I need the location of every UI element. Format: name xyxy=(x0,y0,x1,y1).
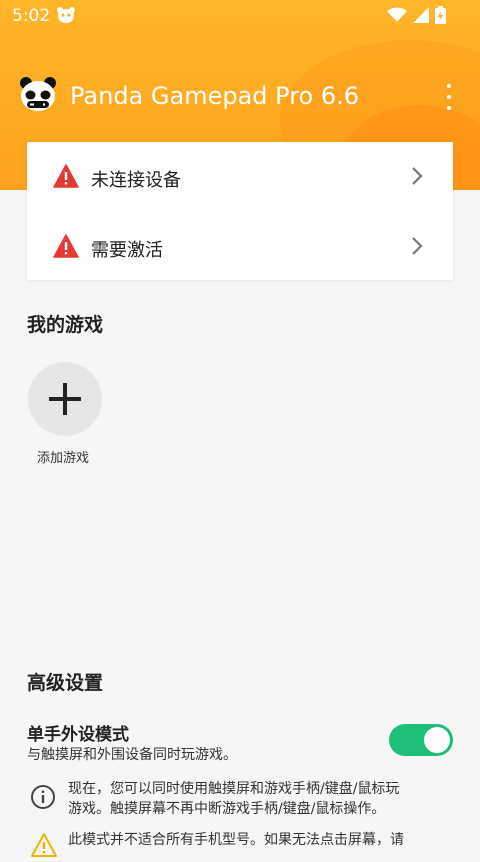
battery-charging-icon xyxy=(435,6,446,24)
add-game-button[interactable] xyxy=(28,362,102,436)
status-row-label: 需要激活 xyxy=(91,240,163,261)
warning-note-line: 此模式并不适合所有手机型号。如果无法点击屏幕，请 xyxy=(68,832,404,848)
chevron-right-icon xyxy=(411,166,423,190)
status-row-activation[interactable]: 需要激活 xyxy=(27,212,453,280)
add-game-label: 添加游戏 xyxy=(37,451,90,466)
warning-icon xyxy=(53,234,79,262)
status-time: 5:02 xyxy=(12,6,51,26)
info-note: 现在，您可以同时使用触摸屏和游戏手柄/键盘/鼠标玩 游戏。触摸屏幕不再中断游戏手… xyxy=(68,779,458,819)
panda-logo-icon xyxy=(18,74,58,114)
info-note-line: 现在，您可以同时使用触摸屏和游戏手柄/键盘/鼠标玩 xyxy=(68,781,400,797)
info-note-line: 游戏。触摸屏幕不再中断游戏手柄/键盘/鼠标操作。 xyxy=(68,801,386,817)
one-hand-mode-title: 单手外设模式 xyxy=(27,725,129,745)
plus-icon xyxy=(49,383,81,415)
warning-icon xyxy=(53,164,79,192)
info-icon xyxy=(30,784,56,814)
one-hand-mode-description: 与触摸屏和外围设备同时玩游戏。 xyxy=(27,747,237,763)
toggle-knob xyxy=(424,727,450,753)
chevron-right-icon xyxy=(411,236,423,260)
status-row-label: 未连接设备 xyxy=(91,170,181,191)
wifi-icon xyxy=(387,7,407,22)
status-icons xyxy=(387,6,446,24)
status-card: 未连接设备 需要激活 xyxy=(27,142,453,280)
warning-note: 此模式并不适合所有手机型号。如果无法点击屏幕，请 xyxy=(68,830,458,850)
overflow-menu-icon[interactable] xyxy=(444,84,454,110)
status-bar: 5:02 xyxy=(0,0,480,32)
app-bar: Panda Gamepad Pro 6.6 xyxy=(0,72,480,122)
bear-notification-icon xyxy=(56,6,76,29)
one-hand-mode-toggle[interactable] xyxy=(389,724,453,756)
advanced-settings-title: 高级设置 xyxy=(27,672,104,694)
warning-outline-icon xyxy=(30,832,58,862)
my-games-title: 我的游戏 xyxy=(27,314,104,336)
app-title: Panda Gamepad Pro 6.6 xyxy=(70,82,360,110)
status-row-device[interactable]: 未连接设备 xyxy=(27,142,453,210)
cell-signal-icon xyxy=(413,7,429,23)
